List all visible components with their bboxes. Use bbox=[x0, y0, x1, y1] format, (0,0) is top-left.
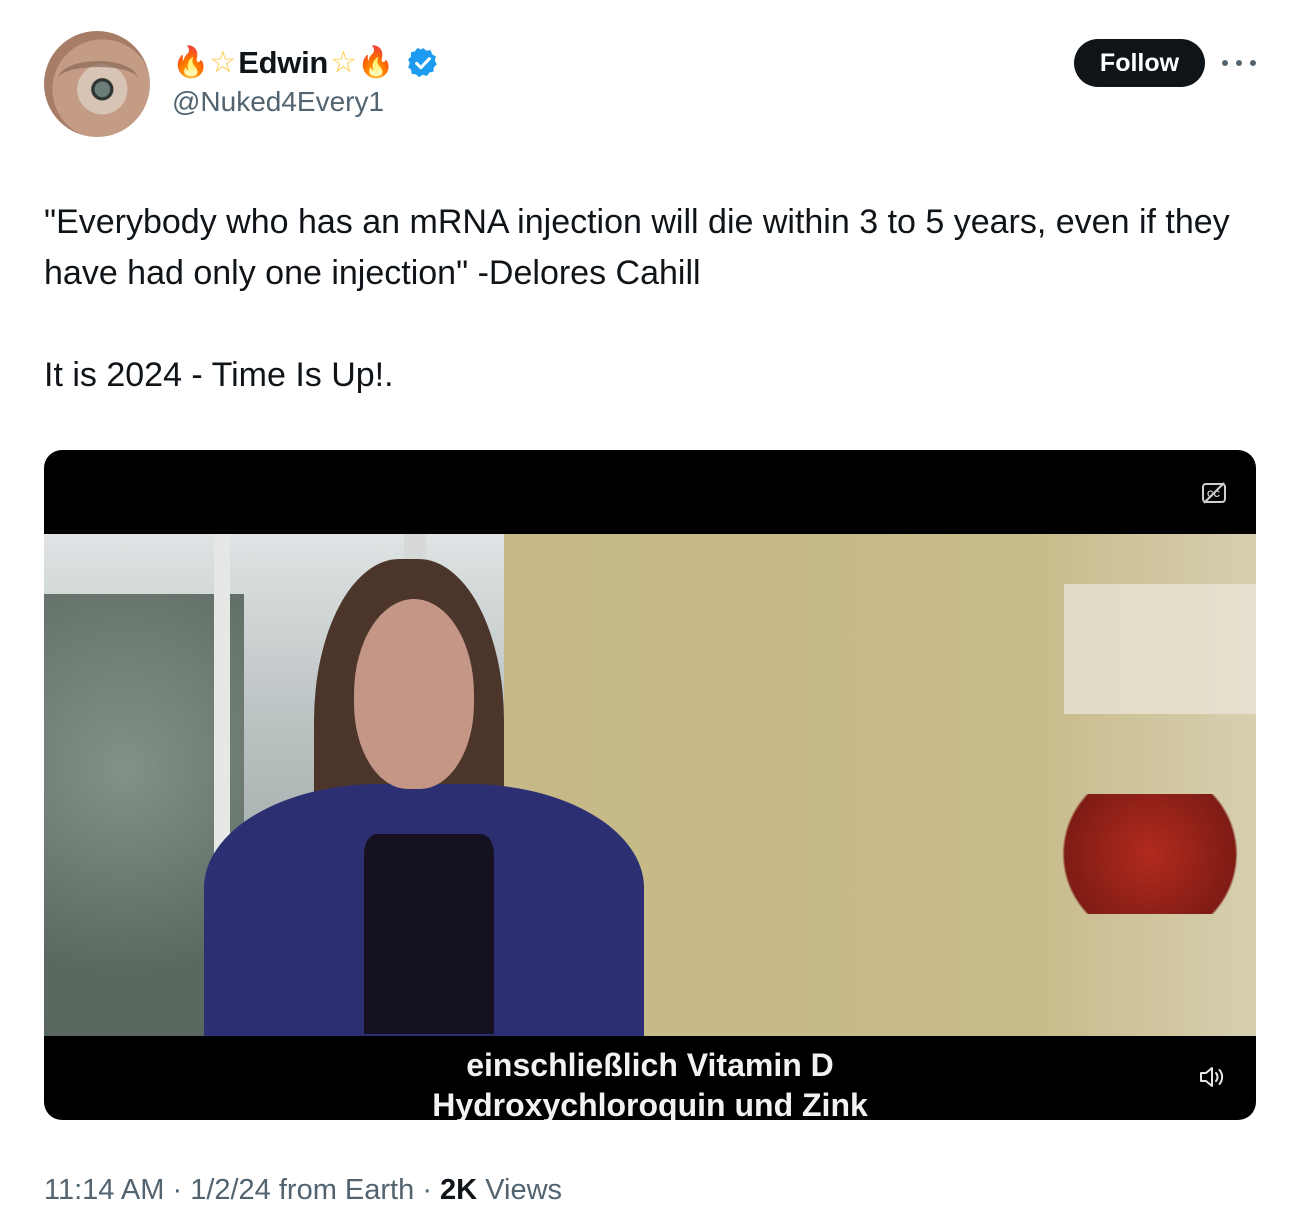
views-count: 2K bbox=[440, 1174, 478, 1206]
tweet-date-source[interactable]: 1/2/24 from Earth bbox=[190, 1174, 414, 1206]
follow-button[interactable]: Follow bbox=[1074, 39, 1205, 87]
subtitle-line: Hydroxychloroquin und Zink bbox=[432, 1087, 868, 1120]
fire-icon: 🔥 bbox=[356, 45, 395, 80]
video-player[interactable]: CC einschließlich Vitamin D Hydroxychlor… bbox=[44, 450, 1256, 1120]
author-name-row[interactable]: 🔥 ☆ Edwin ☆ 🔥 bbox=[172, 42, 440, 84]
tweet-time[interactable]: 11:14 AM bbox=[44, 1174, 164, 1206]
more-options-icon[interactable] bbox=[1222, 58, 1256, 68]
star-icon: ☆ bbox=[330, 45, 357, 80]
closed-captions-icon[interactable]: CC bbox=[1201, 480, 1227, 506]
avatar[interactable] bbox=[44, 31, 150, 137]
author-handle[interactable]: @Nuked4Every1 bbox=[172, 86, 384, 118]
video-frame bbox=[44, 534, 1256, 1036]
speaker-top bbox=[364, 834, 494, 1034]
tweet-meta: 11:14 AM · 1/2/24 from Earth · 2K Views bbox=[44, 1174, 562, 1207]
display-name[interactable]: Edwin bbox=[238, 45, 328, 81]
tweet-paragraph: It is 2024 - Time Is Up!. bbox=[44, 356, 394, 394]
verified-badge-icon bbox=[408, 47, 438, 78]
tweet-text: "Everybody who has an mRNA injection wil… bbox=[44, 197, 1264, 401]
wall-poster bbox=[1064, 584, 1256, 714]
volume-icon[interactable] bbox=[1198, 1064, 1228, 1090]
separator: · bbox=[422, 1174, 432, 1206]
tweet-paragraph: "Everybody who has an mRNA injection wil… bbox=[44, 203, 1230, 292]
video-subtitles: einschließlich Vitamin D Hydroxychloroqu… bbox=[44, 1045, 1256, 1120]
separator: · bbox=[172, 1174, 183, 1206]
fire-icon: 🔥 bbox=[172, 45, 210, 80]
red-plant bbox=[1044, 794, 1256, 914]
views-label: Views bbox=[485, 1174, 563, 1206]
subtitle-line: einschließlich Vitamin D bbox=[466, 1047, 834, 1083]
star-icon: ☆ bbox=[209, 45, 237, 80]
speaker-face bbox=[354, 599, 474, 789]
